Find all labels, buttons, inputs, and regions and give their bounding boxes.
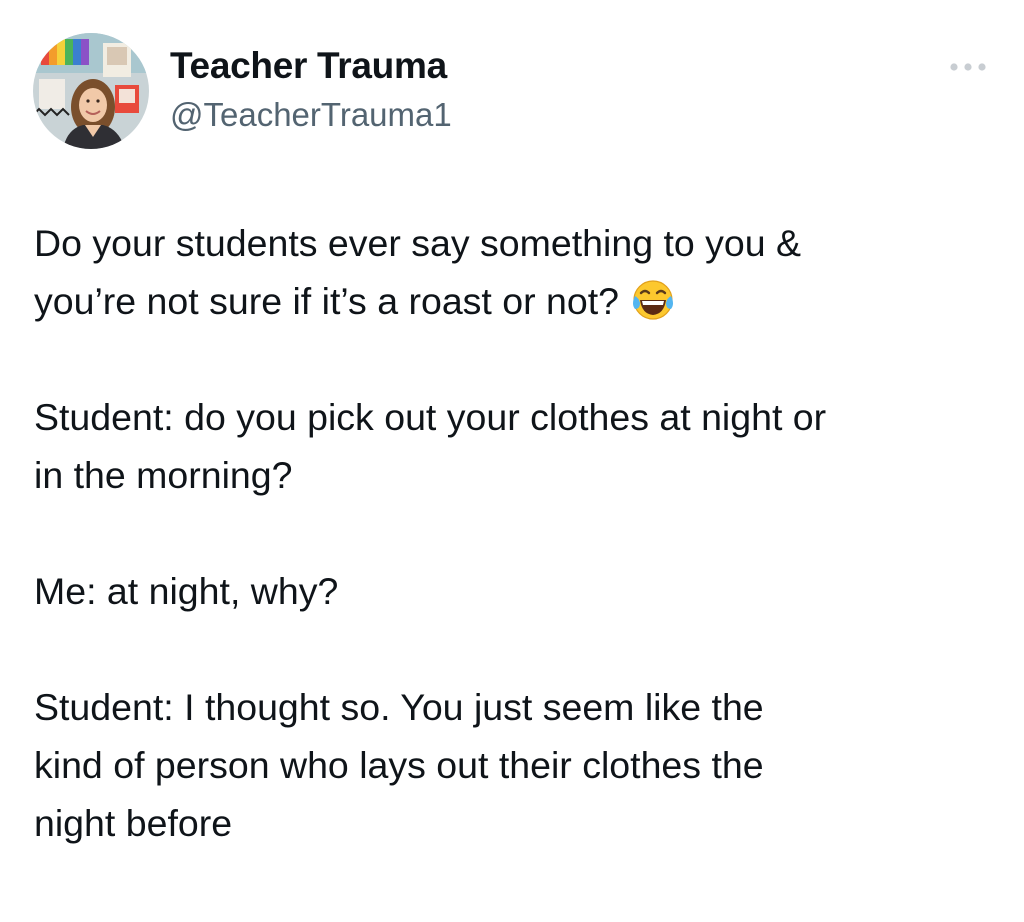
text-line: night before [34,802,233,844]
tweet-text: Do your students ever say something to y… [34,214,994,852]
text-line: in the morning? [34,454,293,496]
text-line-content: you’re not sure if it’s a roast or not? [34,280,620,322]
text-line: Me: at night, why? [34,570,339,612]
text-line: Student: do you pick out your clothes at… [34,396,827,438]
paragraph-3: Me: at night, why? [34,562,994,620]
tweet-card: Teacher Trauma @TeacherTrauma1 Do your s… [0,0,1024,922]
author-name[interactable]: Teacher Trauma [170,45,447,87]
text-line: Do your students ever say something to y… [34,222,802,264]
paragraph-4: Student: I thought so. You just seem lik… [34,678,994,852]
author-handle[interactable]: @TeacherTrauma1 [170,96,452,134]
paragraph-2: Student: do you pick out your clothes at… [34,388,994,504]
more-options-button[interactable] [946,52,990,82]
text-line: Student: I thought so. You just seem lik… [34,686,764,728]
text-line: kind of person who lays out their clothe… [34,744,764,786]
text-line: you’re not sure if it’s a roast or not? [34,272,994,330]
avatar-photo [33,33,149,149]
avatar[interactable] [33,33,149,149]
more-horizontal-icon [950,63,986,71]
paragraph-1: Do your students ever say something to y… [34,214,994,330]
face-with-tears-of-joy-icon [631,278,675,322]
